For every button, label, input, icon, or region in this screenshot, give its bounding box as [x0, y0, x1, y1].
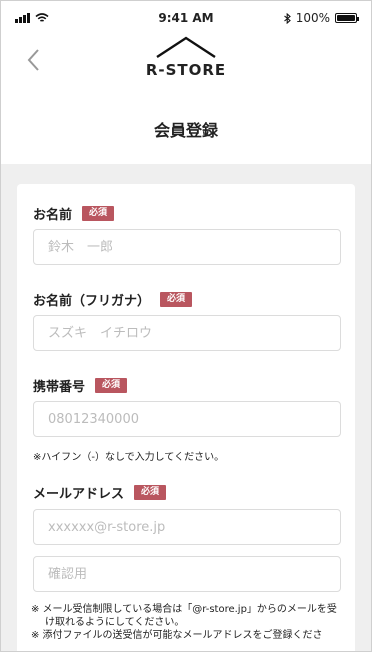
- page-title: 会員登録: [153, 121, 218, 140]
- required-badge: 必須: [134, 485, 167, 500]
- kana-label-text: お名前（フリガナ）: [33, 294, 151, 309]
- required-badge: 必須: [95, 378, 128, 393]
- phone-screen: 9:41 AM 100% R-STORE 会員登録 お名前 必須 鈴木 一郎 お…: [0, 0, 372, 652]
- phone-label-text: 携帯番号: [33, 380, 86, 395]
- status-bar: 9:41 AM 100%: [1, 1, 371, 31]
- phone-help-text: ※ハイフン（-）なしで入力してください。: [33, 452, 225, 463]
- email-label-text: メールアドレス: [33, 487, 125, 502]
- email-input[interactable]: [33, 509, 341, 545]
- logo: R-STORE: [1, 35, 371, 79]
- battery-percent: 100%: [295, 11, 330, 25]
- logo-text: R-STORE: [145, 61, 227, 79]
- email-confirm-input[interactable]: [33, 556, 341, 592]
- battery-fill: [337, 15, 355, 21]
- note-item: ※ メール受信制限している場合は「@r-store.jp」からのメールを受け取れ…: [31, 604, 337, 628]
- kana-input[interactable]: [33, 315, 341, 351]
- header: 9:41 AM 100% R-STORE 会員登録: [1, 1, 371, 164]
- house-roof-icon: [156, 36, 216, 59]
- bluetooth-icon: [283, 12, 291, 24]
- email-notes: ※ メール受信制限している場合は「@r-store.jp」からのメールを受け取れ…: [31, 603, 343, 642]
- name-label: お名前 必須: [33, 204, 115, 223]
- battery-icon: [335, 13, 359, 23]
- required-badge: 必須: [160, 292, 193, 307]
- name-input[interactable]: [33, 229, 341, 265]
- kana-label: お名前（フリガナ） 必須: [33, 290, 193, 309]
- battery-tip: [357, 17, 359, 21]
- email-label: メールアドレス 必須: [33, 483, 167, 502]
- phone-input[interactable]: [33, 401, 341, 437]
- status-right: 100%: [283, 11, 359, 25]
- phone-label: 携帯番号 必須: [33, 376, 128, 395]
- note-item: ※ 添付ファイルの送受信が可能なメールアドレスをご登録くださ: [31, 630, 323, 641]
- required-badge: 必須: [82, 206, 115, 221]
- registration-form: お名前 必須 お名前（フリガナ） 必須 携帯番号 必須 ※ハイフン（-）なしで入…: [17, 184, 355, 651]
- name-label-text: お名前: [33, 208, 73, 223]
